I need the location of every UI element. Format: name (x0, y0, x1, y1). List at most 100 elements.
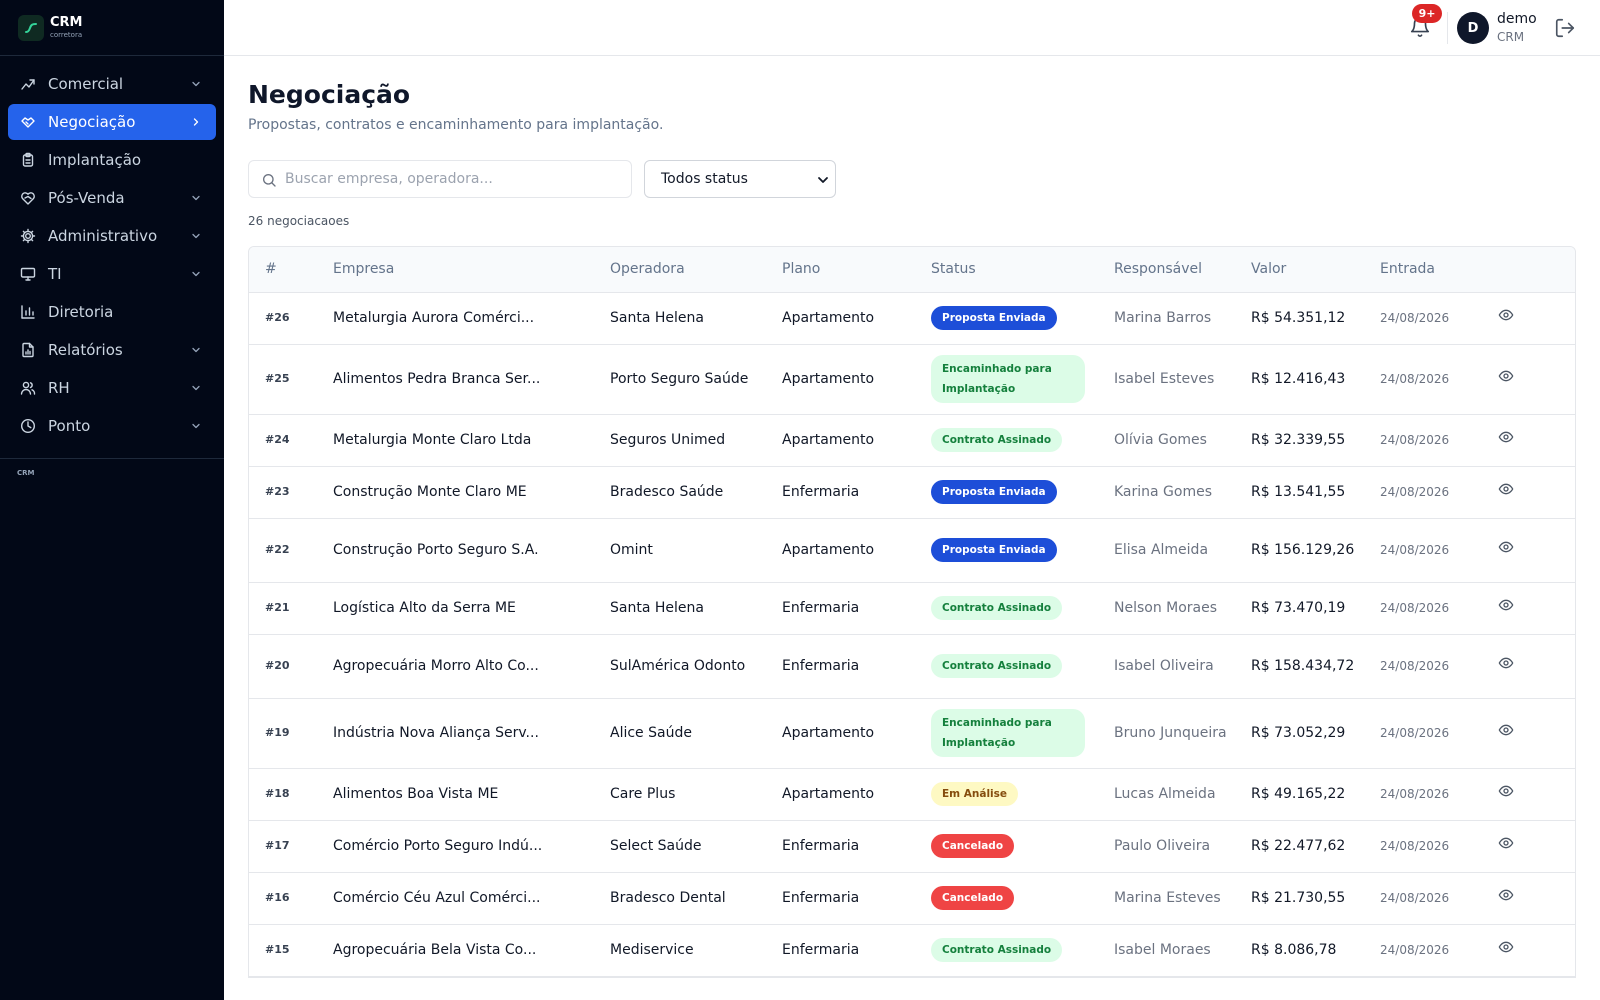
avatar[interactable]: D (1457, 12, 1489, 44)
row-id: #18 (249, 768, 333, 821)
table-row[interactable]: #25 Alimentos Pedra Branca Ser... Porto Se… (249, 344, 1575, 415)
row-entrada: 24/08/2026 (1380, 414, 1498, 467)
sidebar-item-comercial[interactable]: Comercial (8, 66, 216, 102)
row-status: Encaminhado para Implantação (931, 698, 1114, 769)
row-empresa: Comércio Céu Azul Comérci... (333, 872, 610, 925)
search-icon (261, 172, 277, 188)
table-row[interactable]: #15 Agropecuária Bela Vista Co... Mediserv… (249, 924, 1575, 977)
sidebar-item-label: Negociação (48, 113, 136, 131)
row-status: Cancelado (931, 820, 1114, 873)
row-entrada: 24/08/2026 (1380, 634, 1498, 699)
row-status: Cancelado (931, 872, 1114, 925)
sidebar-item-label: Diretoria (48, 303, 114, 321)
row-operadora: Care Plus (610, 768, 782, 821)
row-empresa: Comércio Porto Seguro Indú... (333, 820, 610, 873)
row-entrada: 24/08/2026 (1380, 768, 1498, 821)
sidebar-item-ponto[interactable]: Ponto (8, 408, 216, 444)
row-responsavel: Olívia Gomes (1114, 414, 1251, 467)
column-header: Empresa (333, 247, 610, 293)
row-responsavel: Isabel Moraes (1114, 924, 1251, 977)
sidebar-item-implantacao[interactable]: Implantação (8, 142, 216, 178)
sidebar-item-label: RH (48, 379, 70, 397)
clock-icon (20, 418, 36, 434)
sidebar-footer: CRM (17, 469, 35, 477)
eye-icon[interactable] (1498, 722, 1514, 738)
row-actions (1498, 634, 1575, 699)
row-empresa: Construção Monte Claro ME (333, 466, 610, 519)
sidebar-item-ti[interactable]: TI (8, 256, 216, 292)
row-plano: Enfermaria (782, 820, 931, 873)
monitor-icon (20, 266, 36, 282)
sidebar-item-administrativo[interactable]: Administrativo (8, 218, 216, 254)
table-row[interactable]: #22 Construção Porto Seguro S.A. Omint Apar… (249, 518, 1575, 583)
row-plano: Apartamento (782, 344, 931, 415)
eye-icon[interactable] (1498, 887, 1514, 903)
eye-icon[interactable] (1498, 835, 1514, 851)
status-badge: Cancelado (931, 834, 1015, 858)
topbar-divider (1447, 12, 1448, 44)
status-badge: Proposta Enviada (931, 480, 1057, 504)
sidebar-item-negociacao[interactable]: Negociação (8, 104, 216, 140)
row-actions (1498, 466, 1575, 519)
column-header: Status (931, 247, 1114, 293)
column-header: Operadora (610, 247, 782, 293)
eye-icon[interactable] (1498, 939, 1514, 955)
status-filter-select[interactable]: Todos status (644, 160, 836, 198)
sidebar-item-label: Relatórios (48, 341, 123, 359)
page-title: Negociação (248, 80, 411, 109)
row-responsavel: Elisa Almeida (1114, 518, 1251, 583)
sidebar-item-relatorios[interactable]: Relatórios (8, 332, 216, 368)
search-input[interactable] (285, 161, 625, 197)
row-responsavel: Isabel Oliveira (1114, 634, 1251, 699)
row-id: #22 (249, 518, 333, 583)
eye-icon[interactable] (1498, 597, 1514, 613)
row-status: Encaminhado para Implantação (931, 344, 1114, 415)
row-empresa: Alimentos Boa Vista ME (333, 768, 610, 821)
table-row[interactable]: #23 Construção Monte Claro ME Bradesco Saú… (249, 466, 1575, 519)
row-operadora: Select Saúde (610, 820, 782, 873)
row-id: #15 (249, 924, 333, 977)
chevron-down-icon (190, 230, 202, 242)
status-badge: Encaminhado para Implantação (931, 355, 1085, 403)
table-row[interactable]: #26 Metalurgia Aurora Comérci... Santa Hel… (249, 292, 1575, 345)
sidebar-item-label: Pós-Venda (48, 189, 125, 207)
sidebar-nav: Comercial Negociação Implantação Pós-Venda A… (0, 56, 224, 444)
logout-icon[interactable] (1554, 17, 1576, 39)
row-actions (1498, 292, 1575, 345)
eye-icon[interactable] (1498, 481, 1514, 497)
eye-icon[interactable] (1498, 783, 1514, 799)
row-operadora: Mediservice (610, 924, 782, 977)
users-icon (20, 380, 36, 396)
sidebar-item-diretoria[interactable]: Diretoria (8, 294, 216, 330)
eye-icon[interactable] (1498, 368, 1514, 384)
table-row[interactable]: #24 Metalurgia Monte Claro Ltda Seguros Un… (249, 414, 1575, 467)
table-row[interactable]: #17 Comércio Porto Seguro Indú... Select S… (249, 820, 1575, 873)
row-actions (1498, 518, 1575, 583)
row-status: Contrato Assinado (931, 924, 1114, 977)
row-actions (1498, 768, 1575, 821)
chevron-down-icon (190, 344, 202, 356)
row-operadora: Seguros Unimed (610, 414, 782, 467)
table-row[interactable]: #16 Comércio Céu Azul Comérci... Bradesco … (249, 872, 1575, 925)
table-row[interactable]: #21 Logística Alto da Serra ME Santa Helen… (249, 582, 1575, 635)
row-valor: R$ 12.416,43 (1251, 344, 1380, 415)
eye-icon[interactable] (1498, 655, 1514, 671)
row-actions (1498, 414, 1575, 467)
row-responsavel: Nelson Moraes (1114, 582, 1251, 635)
brand[interactable]: CRM corretora (0, 0, 224, 56)
eye-icon[interactable] (1498, 307, 1514, 323)
row-plano: Apartamento (782, 698, 931, 769)
row-status: Contrato Assinado (931, 414, 1114, 467)
row-actions (1498, 872, 1575, 925)
sidebar-item-pos-venda[interactable]: Pós-Venda (8, 180, 216, 216)
sidebar-item-rh[interactable]: RH (8, 370, 216, 406)
eye-icon[interactable] (1498, 429, 1514, 445)
row-operadora: Bradesco Saúde (610, 466, 782, 519)
table-row[interactable]: #19 Indústria Nova Aliança Serv... Alice S… (249, 698, 1575, 769)
row-operadora: Omint (610, 518, 782, 583)
eye-icon[interactable] (1498, 539, 1514, 555)
row-plano: Apartamento (782, 518, 931, 583)
table-row[interactable]: #20 Agropecuária Morro Alto Co... SulAméri… (249, 634, 1575, 699)
table-row[interactable]: #18 Alimentos Boa Vista ME Care Plus Aparta… (249, 768, 1575, 821)
row-empresa: Metalurgia Monte Claro Ltda (333, 414, 610, 467)
